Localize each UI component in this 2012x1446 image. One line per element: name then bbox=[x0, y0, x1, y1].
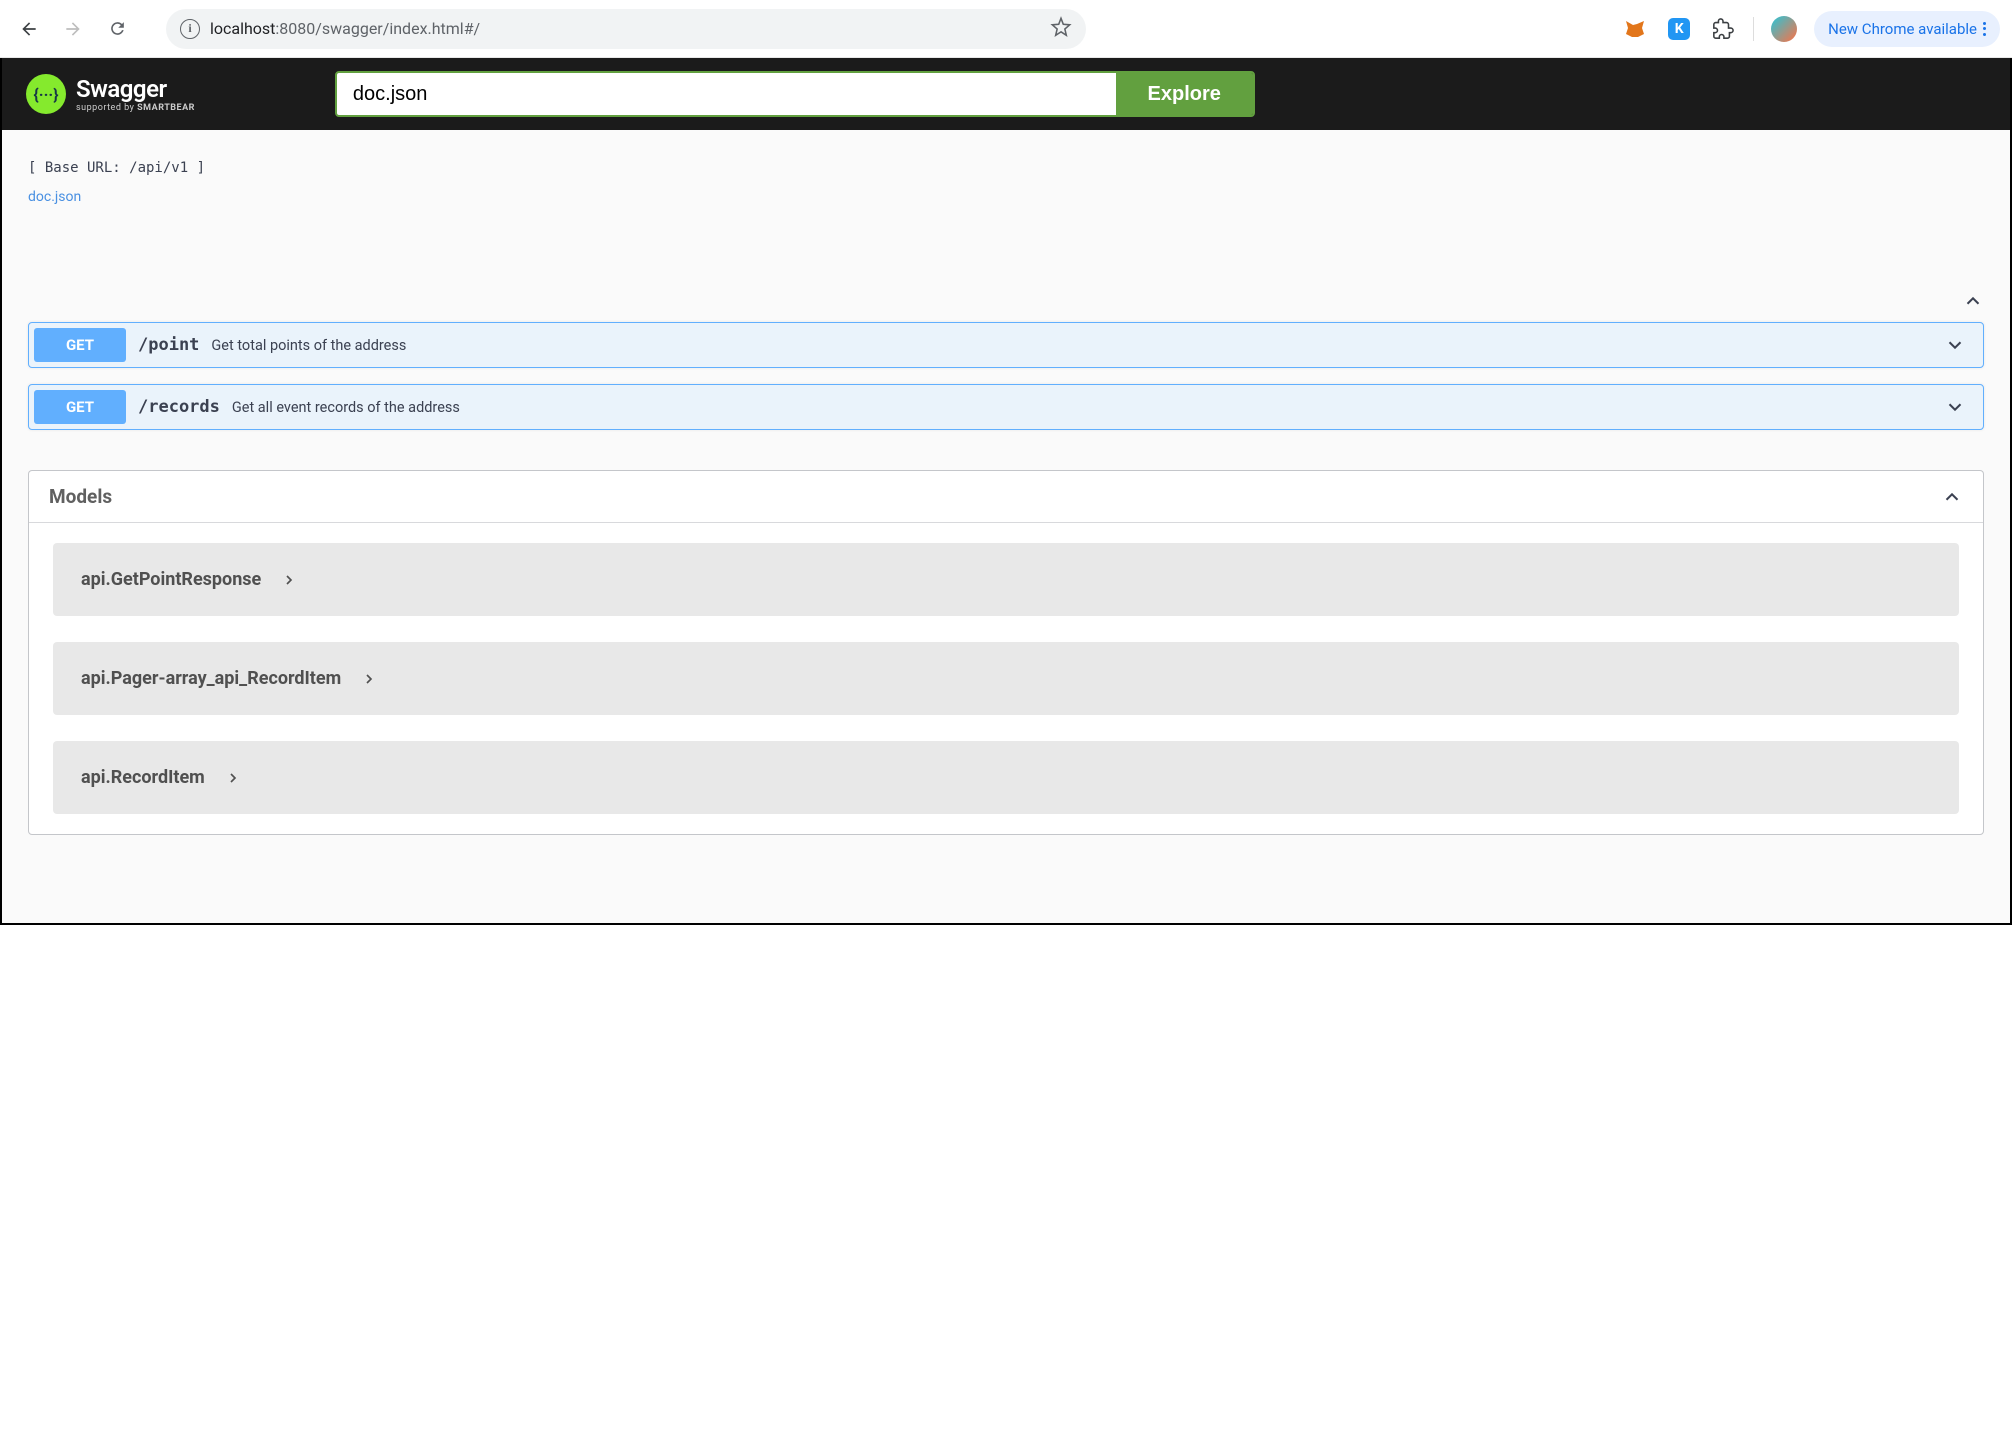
chevron-up-icon bbox=[1962, 290, 1984, 312]
opblock-summary[interactable]: GET /records Get all event records of th… bbox=[29, 385, 1983, 429]
new-chrome-available-button[interactable]: New Chrome available bbox=[1814, 11, 2000, 47]
opblock-summary[interactable]: GET /point Get total points of the addre… bbox=[29, 323, 1983, 367]
model-item[interactable]: api.RecordItem bbox=[53, 741, 1959, 814]
chevron-right-icon bbox=[225, 770, 241, 786]
model-name: api.Pager-array_api_RecordItem bbox=[81, 668, 341, 689]
endpoint-description: Get total points of the address bbox=[211, 337, 406, 354]
swagger-logo[interactable]: {···} Swagger supported by SMARTBEAR bbox=[26, 74, 195, 114]
explore-button[interactable]: Explore bbox=[1116, 73, 1253, 115]
page-viewport: {···} Swagger supported by SMARTBEAR Exp… bbox=[0, 58, 2012, 925]
models-section: Models api.GetPointResponse api.Pager-ar… bbox=[28, 470, 1984, 835]
opblock-get-point: GET /point Get total points of the addre… bbox=[28, 322, 1984, 368]
site-info-icon[interactable]: i bbox=[180, 19, 200, 39]
address-bar[interactable]: i localhost:8080/swagger/index.html#/ bbox=[166, 9, 1086, 49]
swagger-topbar: {···} Swagger supported by SMARTBEAR Exp… bbox=[2, 58, 2010, 130]
profile-avatar-icon[interactable] bbox=[1770, 15, 1798, 43]
chevron-up-icon bbox=[1941, 486, 1963, 508]
extensions-puzzle-icon[interactable] bbox=[1709, 15, 1737, 43]
new-chrome-label: New Chrome available bbox=[1828, 20, 1977, 38]
base-url-text: [ Base URL: /api/v1 ] bbox=[28, 160, 1984, 176]
model-item[interactable]: api.GetPointResponse bbox=[53, 543, 1959, 616]
doc-json-link[interactable]: doc.json bbox=[28, 189, 81, 205]
spec-url-input[interactable] bbox=[337, 73, 1116, 115]
chevron-down-icon bbox=[1944, 334, 1966, 356]
model-item[interactable]: api.Pager-array_api_RecordItem bbox=[53, 642, 1959, 715]
model-name: api.GetPointResponse bbox=[81, 569, 261, 590]
bookmark-star-icon[interactable] bbox=[1050, 16, 1072, 42]
reload-button[interactable] bbox=[100, 12, 134, 46]
overflow-menu-icon bbox=[1983, 22, 1986, 36]
endpoint-description: Get all event records of the address bbox=[232, 399, 460, 416]
chevron-right-icon bbox=[281, 572, 297, 588]
swagger-logo-text: Swagger bbox=[76, 75, 195, 103]
opblock-get-records: GET /records Get all event records of th… bbox=[28, 384, 1984, 430]
endpoint-path: /point bbox=[138, 335, 199, 355]
endpoint-path: /records bbox=[138, 397, 220, 417]
models-header[interactable]: Models bbox=[29, 471, 1983, 523]
topbar-url-form: Explore bbox=[335, 71, 1255, 117]
extension-metamask-icon[interactable] bbox=[1621, 15, 1649, 43]
swagger-logo-icon: {···} bbox=[26, 74, 66, 114]
http-method-badge: GET bbox=[34, 328, 126, 362]
default-tag-toggle[interactable] bbox=[28, 290, 1984, 322]
models-title: Models bbox=[49, 485, 112, 508]
http-method-badge: GET bbox=[34, 390, 126, 424]
browser-toolbar: i localhost:8080/swagger/index.html#/ K … bbox=[0, 0, 2012, 58]
toolbar-divider bbox=[1753, 17, 1754, 41]
back-button[interactable] bbox=[12, 12, 46, 46]
url-text: localhost:8080/swagger/index.html#/ bbox=[210, 19, 480, 38]
forward-button[interactable] bbox=[56, 12, 90, 46]
swagger-logo-subtext: supported by SMARTBEAR bbox=[76, 103, 195, 113]
chevron-right-icon bbox=[361, 671, 377, 687]
extension-k-icon[interactable]: K bbox=[1665, 15, 1693, 43]
chevron-down-icon bbox=[1944, 396, 1966, 418]
model-name: api.RecordItem bbox=[81, 767, 205, 788]
